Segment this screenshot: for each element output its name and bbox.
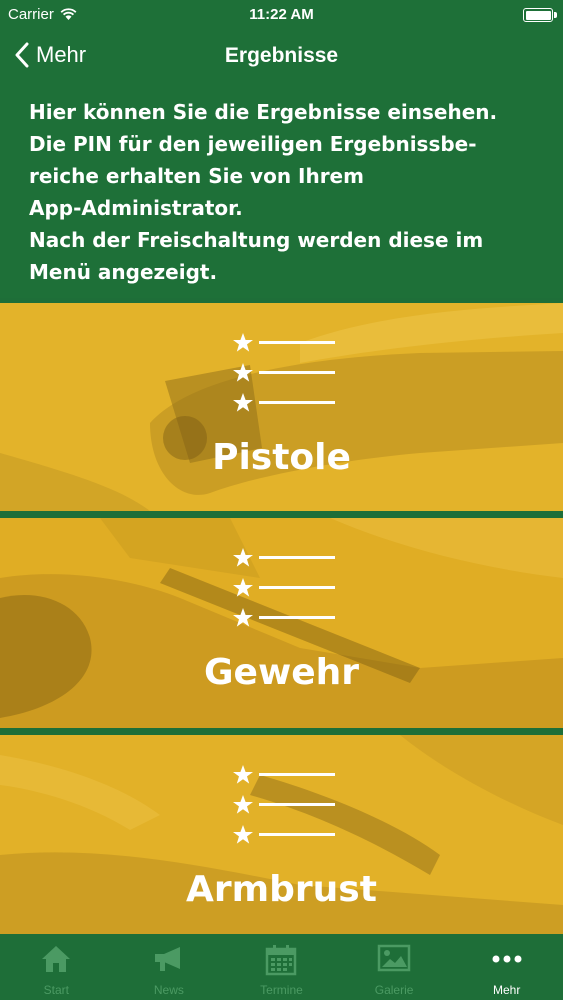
more-icon xyxy=(492,955,522,963)
tab-bar: Start News Termine Galerie Mehr xyxy=(0,934,563,1000)
category-label: Gewehr xyxy=(203,652,360,693)
intro-line: Die PIN für den jeweiligen Ergebnissbe- xyxy=(29,132,477,156)
intro-line: reiche erhalten Sie von Ihrem xyxy=(29,164,364,188)
tab-mehr[interactable]: Mehr xyxy=(450,934,563,1000)
category-tile-pistole[interactable]: Pistole xyxy=(0,303,563,511)
megaphone-icon xyxy=(154,947,180,971)
tab-galerie[interactable]: Galerie xyxy=(338,934,451,1000)
ranking-list-icon xyxy=(233,548,335,627)
tab-label: Mehr xyxy=(493,983,521,997)
tab-termine[interactable]: Termine xyxy=(225,934,338,1000)
intro-line: Hier können Sie die Ergebnisse einsehen. xyxy=(29,100,498,124)
status-time: 11:22 AM xyxy=(249,6,314,23)
intro-line: Nach der Freischaltung werden diese im xyxy=(29,228,484,252)
category-tile-gewehr[interactable]: Gewehr xyxy=(0,518,563,728)
calendar-icon xyxy=(266,945,297,976)
page-title: Ergebnisse xyxy=(224,44,339,67)
status-bar: Carrier 11:22 AM xyxy=(0,0,563,30)
tab-label: Galerie xyxy=(374,983,414,997)
category-label: Pistole xyxy=(212,437,351,478)
intro-text: Hier können Sie die Ergebnisse einsehen.… xyxy=(0,86,563,298)
category-label: Armbrust xyxy=(186,869,377,910)
navigation-bar: Mehr Ergebnisse xyxy=(0,30,563,86)
intro-line: Menü angezeigt. xyxy=(29,260,218,284)
ranking-list-icon xyxy=(233,765,335,844)
home-icon xyxy=(42,946,71,972)
tab-label: Termine xyxy=(260,983,303,997)
tab-start[interactable]: Start xyxy=(0,934,113,1000)
battery-icon xyxy=(523,8,557,22)
picture-icon xyxy=(377,944,411,972)
tab-news[interactable]: News xyxy=(113,934,226,1000)
ranking-list-icon xyxy=(233,333,335,412)
intro-line: App-Administrator. xyxy=(29,196,243,220)
tab-label: News xyxy=(153,983,184,997)
tab-label: Start xyxy=(43,983,69,997)
category-tile-armbrust[interactable]: Armbrust xyxy=(0,735,563,934)
